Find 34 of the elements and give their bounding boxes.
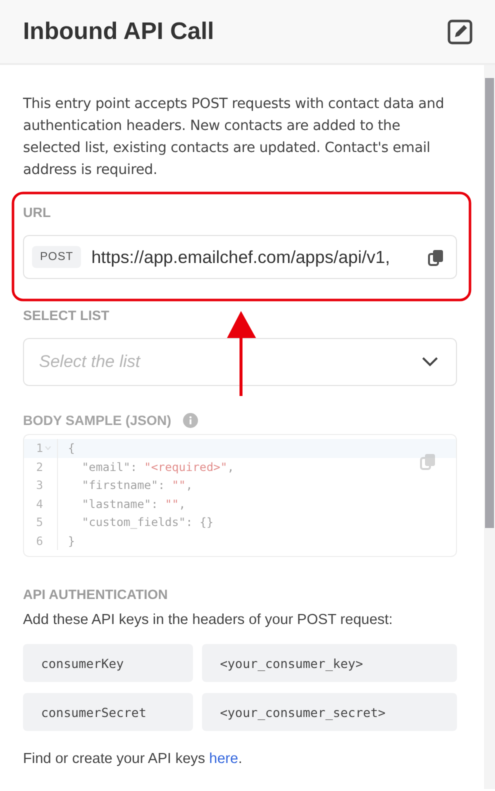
key-name-cell: consumerSecret — [23, 693, 193, 731]
line-number: 2 — [36, 460, 43, 474]
url-text: https://app.emailchef.com/apps/api/v1, — [91, 246, 391, 268]
placeholder-text: Select the list — [39, 352, 140, 372]
code-line: "email": "<required>", — [80, 460, 234, 474]
section-label: SELECT LIST — [23, 308, 110, 323]
code-line: "custom_fields": {} — [80, 515, 214, 530]
line-number: 6 — [36, 534, 43, 548]
line-number: 3 — [36, 478, 43, 492]
here-link[interactable]: here — [209, 751, 238, 767]
code-line: { — [67, 441, 75, 456]
footer-text: Find or create your API keys here. — [23, 751, 244, 767]
chevron-down-icon — [422, 357, 438, 367]
key-value-cell: <your_consumer_key> — [202, 644, 457, 682]
section-label: BODY SAMPLE (JSON) — [23, 413, 172, 428]
key-value-cell: <your_consumer_secret> — [202, 693, 457, 731]
edit-icon[interactable] — [447, 18, 473, 44]
line-number: 4 — [36, 496, 43, 511]
url-field[interactable]: POST https://app.emailchef.com/apps/api/v1, — [23, 235, 457, 279]
panel-title: Inbound API Call — [23, 18, 214, 46]
code-line: } — [67, 534, 75, 548]
line-number: 1 — [36, 441, 43, 456]
section-label: API AUTHENTICATION — [23, 587, 169, 602]
description-text: This entry point accepts POST requests with contact data and authentication headers. New contacts are added to the selected list, existing contacts are updated. Contact's email address is required. — [23, 95, 446, 180]
instruction-text: Add these API keys in the headers of your POST request: — [23, 612, 394, 628]
key-name-cell: consumerKey — [23, 644, 193, 682]
code-line: "lastname": "", — [80, 496, 186, 511]
method-badge: POST — [32, 246, 82, 268]
copy-icon[interactable] — [428, 248, 444, 266]
code-line: "firstname": "", — [80, 478, 193, 492]
scrollbar-thumb[interactable] — [485, 78, 494, 528]
line-number: 5 — [36, 515, 43, 530]
scrollbar[interactable] — [484, 65, 495, 789]
section-label: URL — [23, 205, 52, 220]
